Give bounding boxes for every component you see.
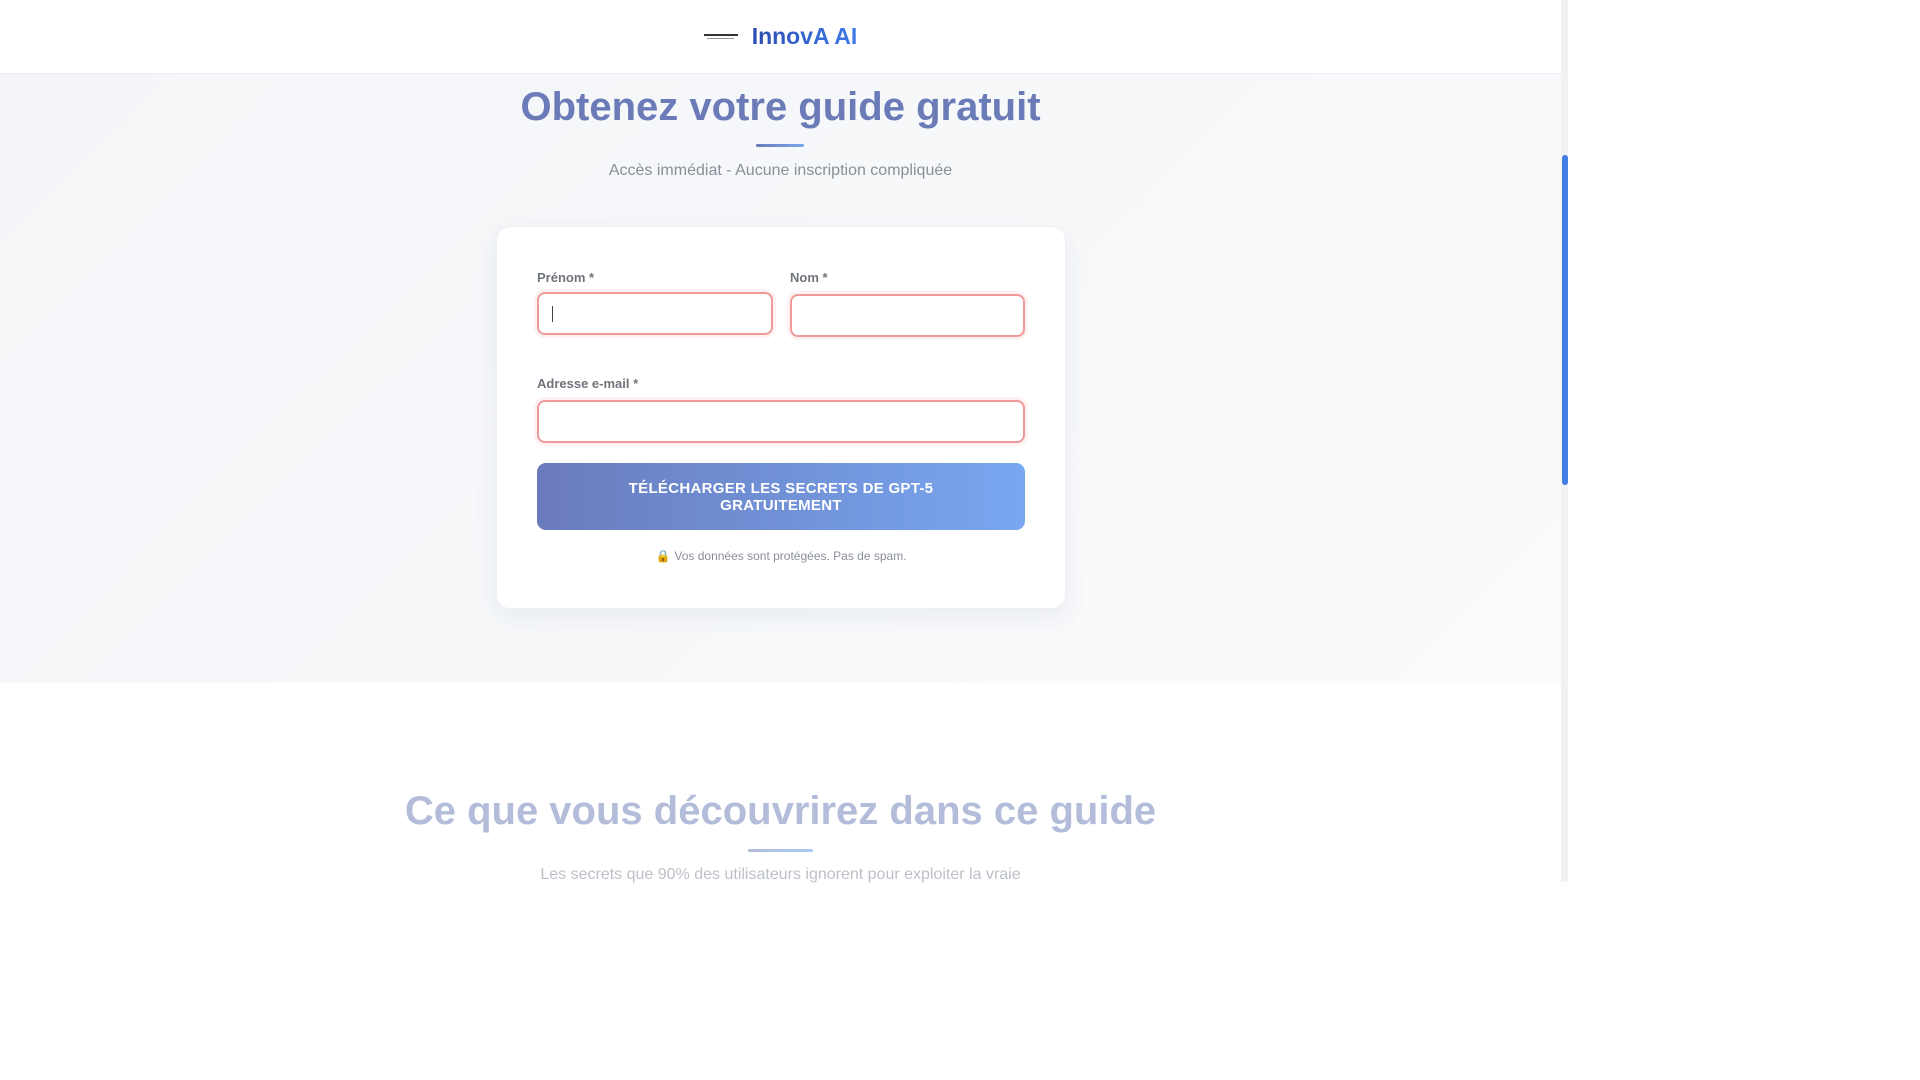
lead-form-card: Prénom * Nom * Adresse e-mail * TÉLÉCHAR… (496, 226, 1066, 609)
download-guide-button[interactable]: TÉLÉCHARGER LES SECRETS DE GPT-5 GRATUIT… (537, 463, 1025, 530)
page-scrollbar[interactable] (1561, 0, 1568, 882)
privacy-text: Vos données sont protégées. Pas de spam. (674, 549, 907, 563)
hero-section: Obtenez votre guide gratuit Accès immédi… (0, 73, 1561, 683)
first-name-input[interactable] (537, 292, 773, 335)
email-input[interactable] (537, 400, 1025, 443)
guide-content-section: Ce que vous découvrirez dans ce guide Le… (0, 683, 1561, 883)
section-title: Ce que vous découvrirez dans ce guide (404, 789, 1157, 833)
hero-subtitle: Accès immédiat - Aucune inscription comp… (608, 162, 953, 179)
lock-icon: 🔒 (655, 549, 671, 563)
hero-divider (756, 144, 804, 147)
last-name-label: Nom * (790, 270, 828, 285)
scrollbar-thumb[interactable] (1562, 155, 1568, 485)
email-label: Adresse e-mail * (537, 376, 639, 391)
innova-ai-logo-icon[interactable] (703, 31, 738, 43)
privacy-note: 🔒 Vos données sont protégées. Pas de spam… (497, 549, 1065, 563)
section-subtitle: Les secrets que 90% des utilisateurs ign… (540, 866, 1021, 883)
site-header: InnovA AI (0, 0, 1561, 74)
first-name-label: Prénom * (537, 270, 595, 285)
section-divider (748, 849, 813, 852)
hero-title: Obtenez votre guide gratuit (520, 85, 1041, 129)
last-name-input[interactable] (790, 294, 1025, 337)
brand-name[interactable]: InnovA AI (752, 23, 858, 50)
text-caret (552, 306, 553, 322)
